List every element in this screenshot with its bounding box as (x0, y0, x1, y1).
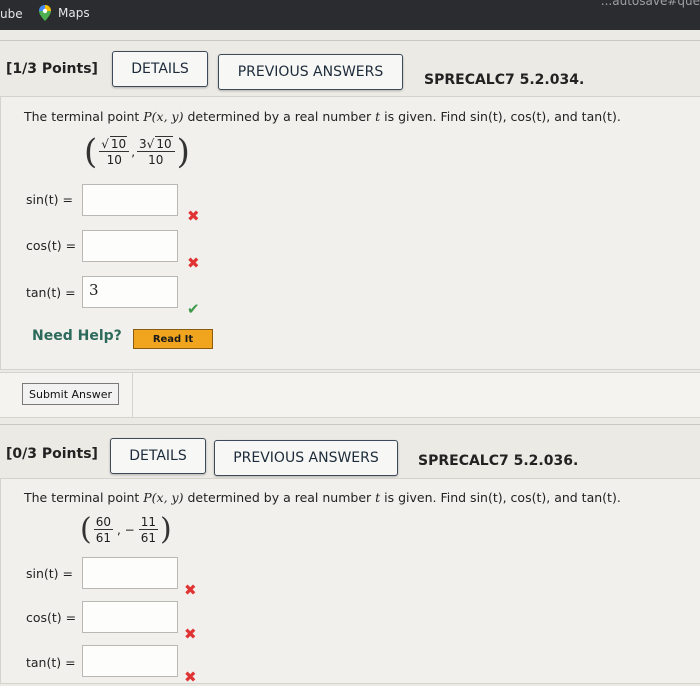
read-it-button[interactable]: Read It (133, 329, 213, 349)
divider (0, 424, 700, 425)
q2-cos-label: cos(t) = (26, 610, 77, 625)
q1-details-button[interactable]: DETAILS (112, 51, 208, 87)
q2-cos-input[interactable] (82, 601, 178, 633)
q2-problem-code: SPRECALC7 5.2.036. (418, 453, 579, 469)
browser-bookmarks-bar: ube Maps ...autosave#que (0, 0, 700, 30)
q2-tan-label: tan(t) = (26, 655, 76, 670)
q1-tan-label: tan(t) = (26, 285, 76, 300)
q2-fraction-x: 60 61 (93, 514, 113, 545)
q1-cos-label: cos(t) = (26, 238, 77, 253)
q2-question-text: The terminal point P(x, y) determined by… (24, 490, 621, 505)
q2-tan-incorrect-icon: ✖ (184, 668, 197, 686)
bookmark-youtube[interactable]: ube (0, 7, 23, 21)
q1-fraction-y: 3√ 10 10 (137, 136, 175, 167)
right-paren: ) (159, 512, 172, 547)
q1-points: [1/3 Points] (6, 61, 98, 77)
left-paren: ( (80, 512, 92, 547)
q1-fraction-x: √ 10 10 (99, 136, 130, 167)
divider (0, 40, 700, 41)
q2-details-button[interactable]: DETAILS (110, 438, 206, 474)
q1-previous-answers-button[interactable]: PREVIOUS ANSWERS (218, 54, 403, 90)
q1-terminal-point: ( √ 10 10 , 3√ 10 10 ) (84, 132, 190, 172)
right-paren: ) (176, 132, 190, 172)
q1-sin-label: sin(t) = (26, 192, 74, 207)
q1-cos-incorrect-icon: ✖ (187, 254, 200, 272)
submit-frame (132, 373, 700, 417)
q2-sin-incorrect-icon: ✖ (184, 581, 197, 599)
q2-sin-input[interactable] (82, 557, 178, 589)
q1-tan-input[interactable]: 3 (82, 276, 178, 308)
submit-answer-button[interactable]: Submit Answer (22, 383, 120, 405)
q2-tan-input[interactable] (82, 645, 178, 677)
q2-sin-label: sin(t) = (26, 566, 74, 581)
q1-tan-correct-icon: ✔ (187, 300, 200, 318)
q1-sin-incorrect-icon: ✖ (187, 207, 200, 225)
q2-points: [0/3 Points] (6, 446, 98, 462)
bookmark-maps[interactable]: Maps (38, 5, 90, 21)
left-paren: ( (84, 132, 98, 172)
need-help-label: Need Help? (32, 328, 122, 344)
q1-question-text: The terminal point P(x, y) determined by… (24, 109, 621, 124)
url-fragment: ...autosave#que (600, 0, 700, 8)
maps-pin-icon (39, 5, 51, 21)
q2-terminal-point: ( 60 61 , − 11 61 ) (80, 512, 172, 547)
q1-sin-input[interactable] (82, 184, 178, 216)
q1-cos-input[interactable] (82, 230, 178, 262)
maps-label: Maps (58, 6, 90, 20)
q2-previous-answers-button[interactable]: PREVIOUS ANSWERS (214, 440, 398, 476)
submit-area: Submit Answer (0, 372, 700, 418)
q1-problem-code: SPRECALC7 5.2.034. (424, 72, 585, 88)
q2-cos-incorrect-icon: ✖ (184, 625, 197, 643)
q2-fraction-y: 11 61 (138, 514, 158, 545)
